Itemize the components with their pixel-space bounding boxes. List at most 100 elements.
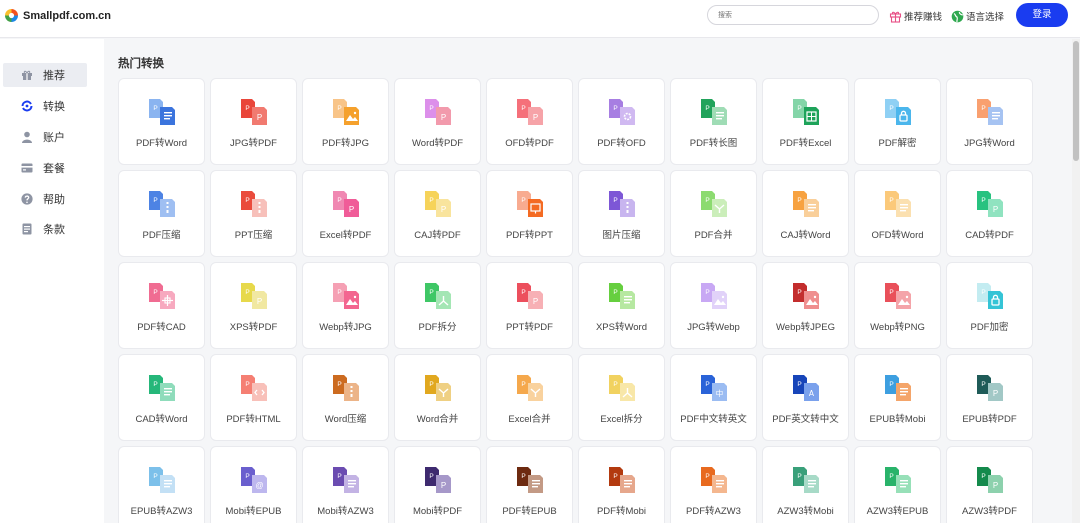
package-icon xyxy=(21,162,33,174)
svg-text:P: P xyxy=(889,289,893,296)
tool-card[interactable]: P PDF转EPUB xyxy=(486,446,573,523)
tool-card[interactable]: P P CAJ转PDF xyxy=(394,170,481,257)
sidebar-item-convert[interactable]: 转换 xyxy=(3,94,87,118)
file-convert-icon: P xyxy=(515,465,545,495)
sidebar-item-label: 帮助 xyxy=(43,194,65,206)
svg-text:P: P xyxy=(337,197,341,204)
scrollbar[interactable] xyxy=(1072,39,1080,523)
tool-label: AZW3转EPUB xyxy=(866,506,929,517)
tool-label: EPUB转Mobi xyxy=(869,414,926,425)
tool-label: CAD转Word xyxy=(135,414,188,425)
tool-card[interactable]: P AZW3转Mobi xyxy=(762,446,849,523)
tool-card[interactable]: P Mobi转AZW3 xyxy=(302,446,389,523)
tool-card[interactable]: P PDF转Mobi xyxy=(578,446,665,523)
tool-card[interactable]: P EPUB转AZW3 xyxy=(118,446,205,523)
file-convert-icon: P xyxy=(147,189,177,219)
tool-card[interactable]: P P PPT转PDF xyxy=(486,262,573,349)
tool-card[interactable]: P Word压缩 xyxy=(302,354,389,441)
tool-card[interactable]: P Excel合并 xyxy=(486,354,573,441)
svg-text:P: P xyxy=(981,289,985,296)
svg-text:P: P xyxy=(245,197,249,204)
tool-card[interactable]: P P Mobi转PDF xyxy=(394,446,481,523)
tool-card[interactable]: P @ Mobi转EPUB xyxy=(210,446,297,523)
tool-label: Word转PDF xyxy=(411,138,464,149)
tool-card[interactable]: P PDF压缩 xyxy=(118,170,205,257)
login-button[interactable]: 登录 xyxy=(1016,3,1068,27)
tool-label: PDF加密 xyxy=(970,322,1009,333)
tool-card[interactable]: P CAJ转Word xyxy=(762,170,849,257)
file-convert-icon: PP xyxy=(975,465,1005,495)
tool-card[interactable]: P Webp转JPEG xyxy=(762,262,849,349)
svg-text:P: P xyxy=(889,381,893,388)
search-input[interactable] xyxy=(707,5,879,25)
tool-card[interactable]: P XPS转Word xyxy=(578,262,665,349)
tool-card[interactable]: P PDF转CAD xyxy=(118,262,205,349)
tool-card[interactable]: P Webp转JPG xyxy=(302,262,389,349)
tool-card[interactable]: P P EPUB转PDF xyxy=(946,354,1033,441)
tool-card[interactable]: P 图片压缩 xyxy=(578,170,665,257)
tool-card[interactable]: P CAD转Word xyxy=(118,354,205,441)
tool-card[interactable]: P PDF合并 xyxy=(670,170,757,257)
tool-card[interactable]: P PPT压缩 xyxy=(210,170,297,257)
tool-card[interactable]: P PDF转HTML xyxy=(210,354,297,441)
svg-text:P: P xyxy=(245,381,249,388)
tool-card[interactable]: P PDF转长图 xyxy=(670,78,757,165)
tool-card[interactable]: P PDF解密 xyxy=(854,78,941,165)
tool-label: PDF合并 xyxy=(694,230,733,241)
tool-card[interactable]: P P Excel转PDF xyxy=(302,170,389,257)
file-convert-icon: P xyxy=(147,373,177,403)
tool-label: Mobi转AZW3 xyxy=(317,506,374,517)
svg-text:P: P xyxy=(613,105,617,112)
tool-card[interactable]: P Excel拆分 xyxy=(578,354,665,441)
tool-card[interactable]: P JPG转Word xyxy=(946,78,1033,165)
tool-label: JPG转PDF xyxy=(230,138,277,149)
sidebar-item-recommend[interactable]: 推荐 xyxy=(3,63,87,87)
tool-card[interactable]: P P Word转PDF xyxy=(394,78,481,165)
tool-card[interactable]: P OFD转Word xyxy=(854,170,941,257)
svg-text:P: P xyxy=(441,481,446,490)
file-convert-icon: P xyxy=(883,465,913,495)
file-convert-icon: P xyxy=(515,373,545,403)
tool-card[interactable]: P PDF转Excel xyxy=(762,78,849,165)
tool-card[interactable]: P 中 PDF中文转英文 xyxy=(670,354,757,441)
sidebar-item-label: 推荐 xyxy=(43,70,65,82)
svg-text:P: P xyxy=(337,381,341,388)
file-convert-icon: P xyxy=(239,189,269,219)
scrollbar-thumb[interactable] xyxy=(1073,41,1079,161)
tool-card[interactable]: P P CAD转PDF xyxy=(946,170,1033,257)
logo[interactable]: Smallpdf.com.cn xyxy=(4,8,111,23)
language-select[interactable]: 语言选择 xyxy=(951,9,1004,23)
tool-label: PDF转Word xyxy=(135,138,188,149)
tool-card[interactable]: P P JPG转PDF xyxy=(210,78,297,165)
tool-card[interactable]: P Word合并 xyxy=(394,354,481,441)
tool-card[interactable]: P P OFD转PDF xyxy=(486,78,573,165)
svg-text:P: P xyxy=(441,205,446,214)
tool-card[interactable]: P JPG转Webp xyxy=(670,262,757,349)
svg-text:P: P xyxy=(705,473,709,480)
sidebar-item-account[interactable]: 账户 xyxy=(3,125,87,149)
tool-card[interactable]: P PDF转Word xyxy=(118,78,205,165)
svg-text:P: P xyxy=(993,389,998,398)
tool-card[interactable]: P PDF转AZW3 xyxy=(670,446,757,523)
tool-card[interactable]: P P XPS转PDF xyxy=(210,262,297,349)
tool-card[interactable]: P PDF转PPT xyxy=(486,170,573,257)
sidebar-item-package[interactable]: 套餐 xyxy=(3,156,87,180)
svg-text:P: P xyxy=(257,113,262,122)
tool-card[interactable]: P PDF转OFD xyxy=(578,78,665,165)
tool-card[interactable]: P P AZW3转PDF xyxy=(946,446,1033,523)
svg-text:P: P xyxy=(153,197,157,204)
sidebar-item-help[interactable]: 帮助 xyxy=(3,187,87,211)
tool-card[interactable]: P Webp转PNG xyxy=(854,262,941,349)
tool-label: JPG转Word xyxy=(964,138,1015,149)
file-convert-icon: P xyxy=(147,465,177,495)
tool-card[interactable]: P A PDF英文转中文 xyxy=(762,354,849,441)
file-convert-icon: PP xyxy=(331,189,361,219)
tool-card[interactable]: P PDF加密 xyxy=(946,262,1033,349)
file-convert-icon: P xyxy=(791,97,821,127)
sidebar-item-terms[interactable]: 条款 xyxy=(3,217,87,241)
tool-card[interactable]: P AZW3转EPUB xyxy=(854,446,941,523)
recommend-earn-link[interactable]: 推荐赚钱 xyxy=(889,9,942,23)
tool-card[interactable]: P EPUB转Mobi xyxy=(854,354,941,441)
tool-card[interactable]: P PDF拆分 xyxy=(394,262,481,349)
tool-card[interactable]: P PDF转JPG xyxy=(302,78,389,165)
